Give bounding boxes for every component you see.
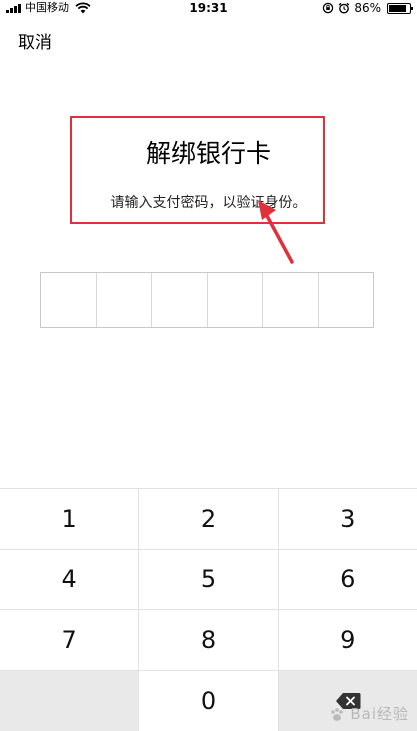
key-6[interactable]: 6 [279,550,417,610]
keypad-row: 7 8 9 [0,610,417,671]
battery-icon [387,3,411,14]
keypad-row: 1 2 3 [0,489,417,550]
key-5[interactable]: 5 [139,550,278,610]
cancel-button[interactable]: 取消 [18,32,52,54]
password-digit-box [263,273,319,327]
password-digit-box [97,273,153,327]
password-digit-box [152,273,208,327]
key-blank [0,671,139,731]
status-right: 86% [322,0,411,16]
key-2[interactable]: 2 [139,489,278,549]
page-subtitle: 请输入支付密码，以验证身份。 [0,193,417,213]
key-3[interactable]: 3 [279,489,417,549]
alarm-icon [338,2,350,14]
key-9[interactable]: 9 [279,610,417,670]
numeric-keypad: 1 2 3 4 5 6 7 8 9 0 [0,488,417,730]
keypad-row: 4 5 6 [0,550,417,611]
paw-icon [329,707,345,723]
key-1[interactable]: 1 [0,489,139,549]
annotation-arrow-icon [256,198,296,268]
key-4[interactable]: 4 [0,550,139,610]
password-digit-box [41,273,97,327]
rotation-lock-icon [322,2,334,14]
key-0[interactable]: 0 [139,671,278,731]
password-input[interactable] [40,272,374,328]
watermark-text: Bai经验 [350,705,409,723]
key-8[interactable]: 8 [139,610,278,670]
page-title: 解绑银行卡 [0,136,417,172]
watermark-logo: Bai经验 [329,703,409,724]
password-digit-box [319,273,374,327]
battery-percent: 86% [354,0,381,16]
key-7[interactable]: 7 [0,610,139,670]
password-digit-box [208,273,264,327]
status-bar: 中国移动 19:31 86% [0,0,417,16]
